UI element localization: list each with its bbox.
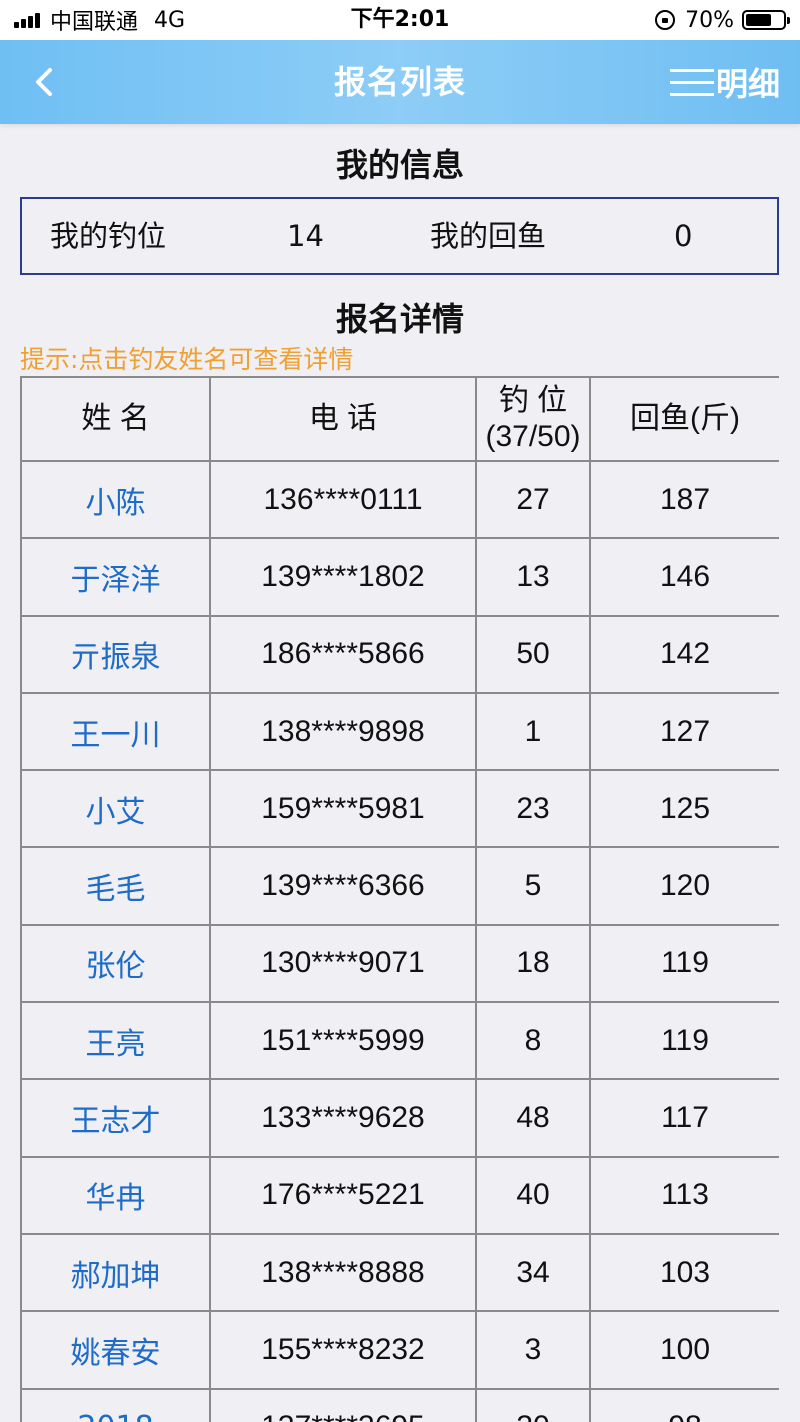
phone-cell: 130****9071 <box>209 923 477 1004</box>
my-spot-value: 14 <box>287 219 324 253</box>
table-row: 郝加坤 138****8888 34 103 <box>20 1232 779 1313</box>
phone-cell: 151****5999 <box>209 1001 477 1081</box>
name-link[interactable]: 王亮 <box>20 1001 211 1081</box>
header-name: 姓 名 <box>20 376 211 462</box>
position-cell: 50 <box>475 614 591 694</box>
catch-cell: 119 <box>589 1001 779 1081</box>
battery-icon <box>742 10 790 30</box>
header-position-line1: 钓 位 <box>498 384 568 417</box>
name-link[interactable]: 小艾 <box>20 769 211 849</box>
registration-table: 姓 名 电 话 钓 位 (37/50) 回鱼(斤) 小陈 136****0111 2… <box>20 376 779 1422</box>
position-cell: 30 <box>475 1387 591 1422</box>
nav-bar: 报名列表 明细 <box>0 40 800 124</box>
catch-cell: 119 <box>589 923 779 1004</box>
name-link[interactable]: 华冉 <box>20 1155 211 1235</box>
position-cell: 5 <box>475 846 591 926</box>
my-info-box: 我的钓位 14 我的回鱼 0 <box>20 197 779 275</box>
detail-button[interactable]: 明细 <box>669 40 780 124</box>
table-row: 张伦 130****9071 18 119 <box>20 923 779 1004</box>
my-info-title: 我的信息 <box>335 146 464 184</box>
phone-cell: 186****5866 <box>209 614 477 694</box>
phone-cell: 155****8232 <box>209 1310 477 1390</box>
name-link[interactable]: 王一川 <box>20 691 211 772</box>
phone-cell: 133****9628 <box>209 1078 477 1158</box>
header-phone: 电 话 <box>209 376 477 462</box>
table-row: 小陈 136****0111 27 187 <box>20 459 779 540</box>
name-link[interactable]: 张伦 <box>20 923 211 1004</box>
catch-cell: 100 <box>589 1310 779 1390</box>
catch-cell: 187 <box>589 459 779 540</box>
name-link[interactable]: 亓振泉 <box>20 614 211 694</box>
table-header-row: 姓 名 电 话 钓 位 (37/50) 回鱼(斤) <box>20 376 779 462</box>
position-cell: 34 <box>475 1232 591 1313</box>
header-catch: 回鱼(斤) <box>589 376 779 462</box>
name-link[interactable]: 郝加坤 <box>20 1232 211 1313</box>
phone-cell: 137****3695 <box>209 1387 477 1422</box>
my-spot-label: 我的钓位 <box>50 219 167 253</box>
registration-table-container[interactable]: 姓 名 电 话 钓 位 (37/50) 回鱼(斤) 小陈 136****0111 2… <box>20 376 779 1422</box>
table-row: 于泽洋 139****1802 13 146 <box>20 537 779 617</box>
catch-cell: 127 <box>589 691 779 772</box>
position-cell: 3 <box>475 1310 591 1390</box>
orientation-lock-icon <box>655 10 676 30</box>
catch-cell: 113 <box>589 1155 779 1235</box>
position-cell: 27 <box>475 459 591 540</box>
menu-icon <box>669 67 714 97</box>
registration-detail-title: 报名详情 <box>335 300 464 338</box>
catch-cell: 120 <box>589 846 779 926</box>
phone-cell: 138****9898 <box>209 691 477 772</box>
position-cell: 18 <box>475 923 591 1004</box>
table-row: 王志才 133****9628 48 117 <box>20 1078 779 1158</box>
position-cell: 48 <box>475 1078 591 1158</box>
table-row: 王一川 138****9898 1 127 <box>20 691 779 772</box>
table-row: 2018137****36953098 <box>20 1387 779 1422</box>
position-cell: 13 <box>475 537 591 617</box>
header-position-line2: (37/50) <box>485 420 581 453</box>
phone-cell: 138****8888 <box>209 1232 477 1313</box>
phone-cell: 139****1802 <box>209 537 477 617</box>
name-link[interactable]: 2018 <box>20 1387 211 1422</box>
catch-cell: 103 <box>589 1232 779 1313</box>
catch-cell: 117 <box>589 1078 779 1158</box>
name-link[interactable]: 王志才 <box>20 1078 211 1158</box>
phone-cell: 159****5981 <box>209 769 477 849</box>
name-link[interactable]: 姚春安 <box>20 1310 211 1390</box>
table-row: 亓振泉 186****5866 50 142 <box>20 614 779 694</box>
phone-cell: 139****6366 <box>209 846 477 926</box>
catch-cell: 125 <box>589 769 779 849</box>
phone-cell: 136****0111 <box>209 459 477 540</box>
position-cell: 8 <box>475 1001 591 1081</box>
table-row: 华冉 176****5221 40 113 <box>20 1155 779 1235</box>
table-row: 王亮 151****5999 8 119 <box>20 1001 779 1081</box>
my-catch-value: 0 <box>674 219 693 253</box>
table-row: 小艾 159****5981 23 125 <box>20 769 779 849</box>
position-cell: 23 <box>475 769 591 849</box>
header-position: 钓 位 (37/50) <box>475 376 591 462</box>
catch-cell: 142 <box>589 614 779 694</box>
battery-percent: 70% <box>685 7 734 33</box>
name-link[interactable]: 于泽洋 <box>20 537 211 617</box>
my-catch-label: 我的回鱼 <box>430 219 547 253</box>
status-bar: 中国联通 4G 下午2:01 70% <box>0 0 800 40</box>
table-row: 姚春安 155****8232 3 100 <box>20 1310 779 1390</box>
table-row: 毛毛 139****6366 5 120 <box>20 846 779 926</box>
catch-cell: 98 <box>589 1387 779 1422</box>
name-link[interactable]: 毛毛 <box>20 846 211 926</box>
hint-text: 提示:点击钓友姓名可查看详情 <box>20 345 354 374</box>
position-cell: 40 <box>475 1155 591 1235</box>
phone-cell: 176****5221 <box>209 1155 477 1235</box>
position-cell: 1 <box>475 691 591 772</box>
status-right: 70% <box>655 0 790 40</box>
catch-cell: 146 <box>589 537 779 617</box>
detail-button-label: 明细 <box>715 65 780 103</box>
name-link[interactable]: 小陈 <box>20 459 211 540</box>
